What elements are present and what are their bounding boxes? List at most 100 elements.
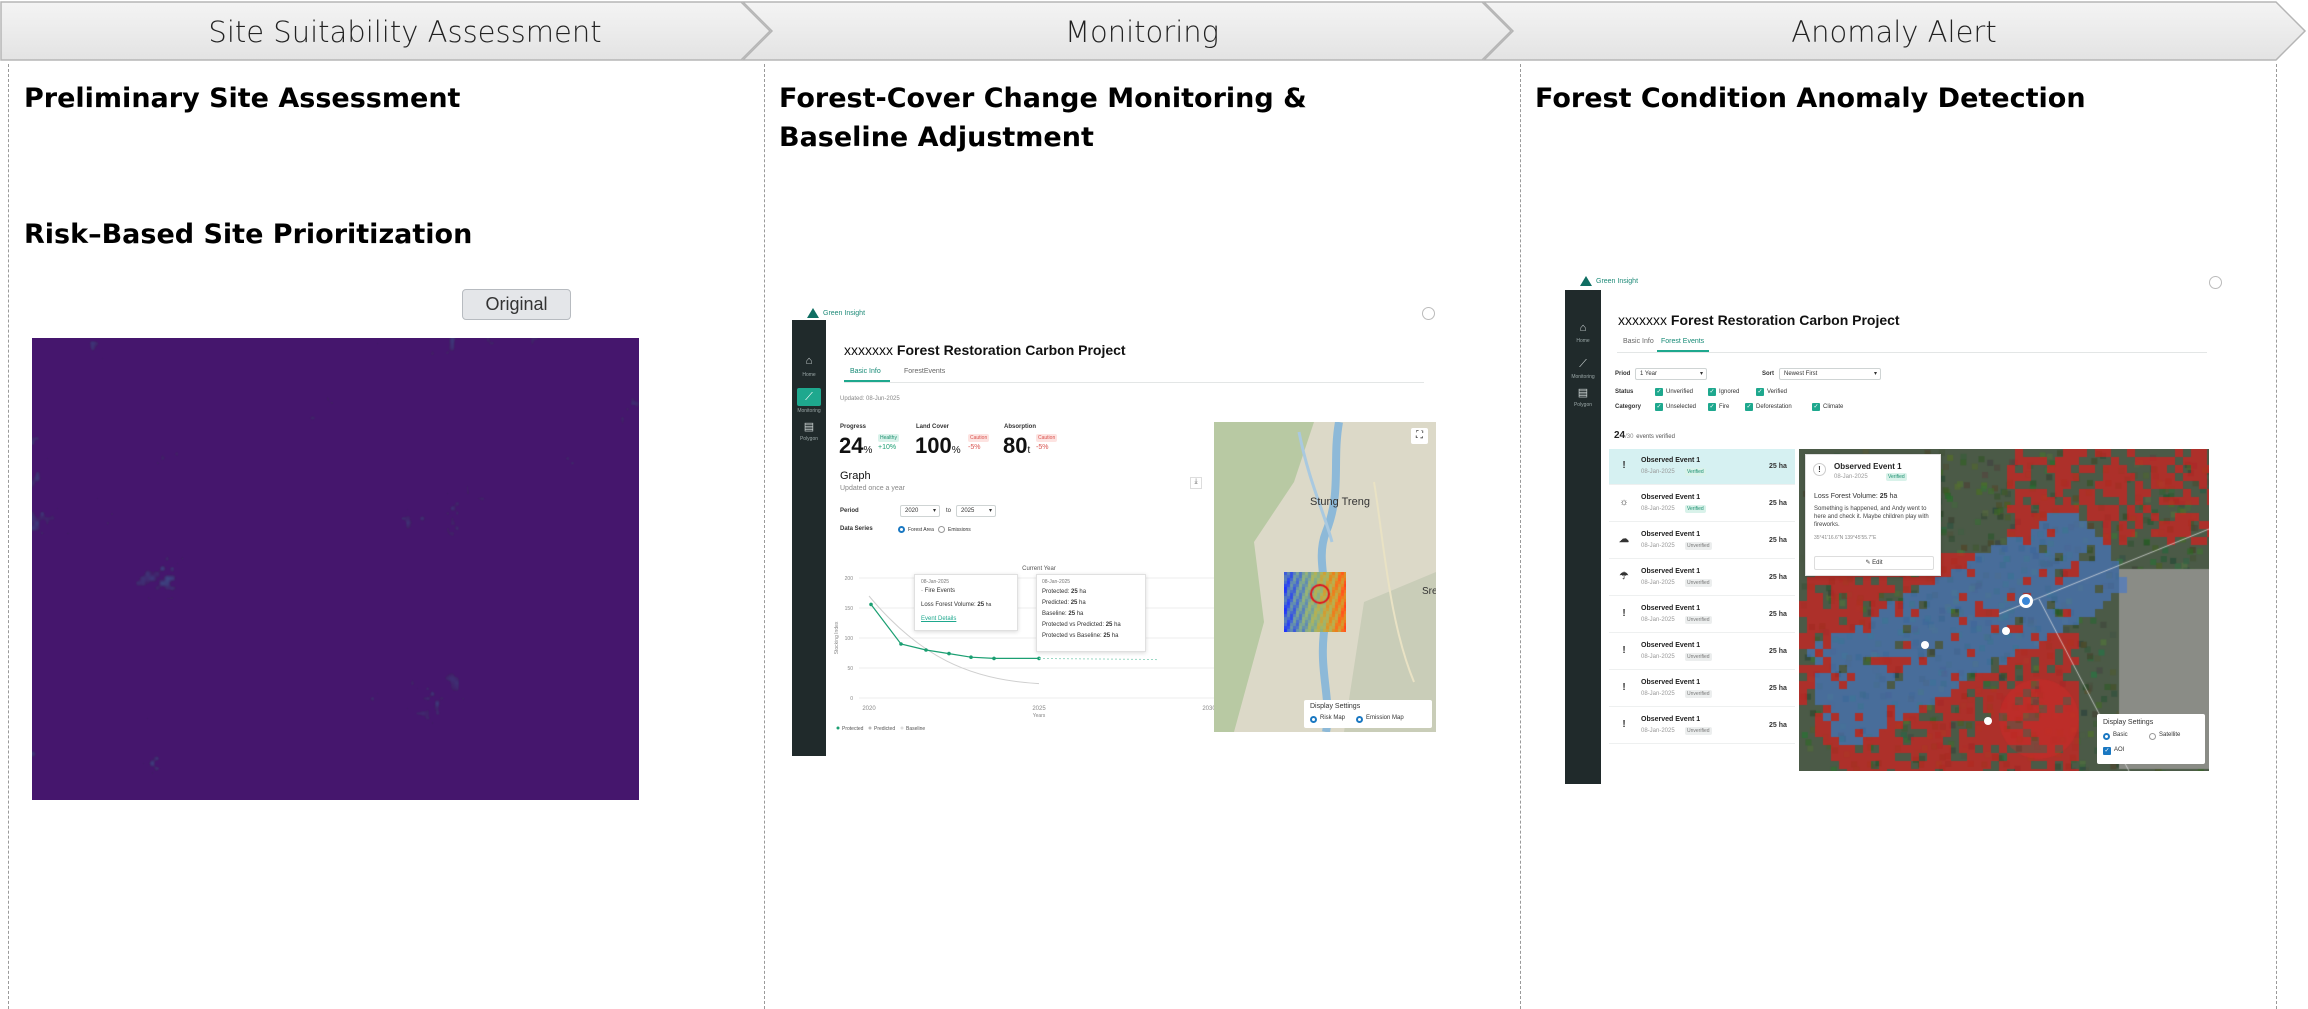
original-button[interactable]: Original <box>462 289 571 320</box>
period-select[interactable]: 1 Year <box>1635 368 1707 380</box>
tab-forest-events[interactable]: ForestEvents <box>904 368 945 375</box>
category-checkbox-unselected[interactable]: ✓ <box>1655 403 1663 411</box>
status-option-unverified[interactable]: Unverified <box>1666 389 1693 395</box>
sidebar-item-polygon[interactable]: Polygon <box>792 436 826 442</box>
category-option-deforestation[interactable]: Deforestation <box>1756 404 1792 410</box>
event-date: 08-Jan-2025 <box>1641 691 1675 697</box>
map-marker[interactable] <box>1984 717 1992 725</box>
stocking-line-chart: 2001501005002020 2025 2030YearsStocking In… <box>832 542 1232 752</box>
event-title: Observed Event 1 <box>1641 568 1700 575</box>
status-checkbox-unverified[interactable]: ✓ <box>1655 388 1663 396</box>
sort-select[interactable]: Newest First <box>1779 368 1881 380</box>
event-list-item[interactable]: ☂ Observed Event 1 08-Jan-2025 Unverifie… <box>1609 560 1795 596</box>
chart-icon[interactable]: ⟋ <box>1575 358 1591 372</box>
legend-label: Predicted <box>874 726 895 732</box>
category-option-unselected[interactable]: Unselected <box>1666 404 1696 410</box>
metric-value-land-cover: 100% <box>915 433 961 459</box>
map-option-risk[interactable]: Risk Map <box>1320 715 1345 721</box>
sidebar-item-home[interactable]: Home <box>792 372 826 378</box>
status-option-ignored[interactable]: Ignored <box>1719 389 1739 395</box>
series-radio-forest-area[interactable] <box>898 526 905 533</box>
tooltip-event-details-link[interactable]: Event Details <box>921 616 956 622</box>
home-icon[interactable]: ⌂ <box>1575 322 1591 336</box>
map-option-satellite[interactable]: Satellite <box>2159 732 2180 738</box>
tab-divider <box>1617 352 2207 353</box>
map-radio-risk[interactable] <box>1310 716 1317 723</box>
period-to-select[interactable]: 2025 <box>956 505 996 517</box>
step-label-monitoring: Monitoring <box>772 15 1512 49</box>
layers-icon[interactable]: ▤ <box>801 420 817 434</box>
chart-background <box>832 542 1232 752</box>
event-value: 25 ha <box>1769 574 1787 581</box>
map-radio-emission[interactable] <box>1356 716 1363 723</box>
tab-basic-info[interactable]: Basic Info <box>850 368 881 375</box>
event-list-item[interactable]: ☼ Observed Event 1 08-Jan-2025 Verified … <box>1609 486 1795 522</box>
event-value: 25 ha <box>1769 500 1787 507</box>
legend-marker <box>869 727 872 730</box>
risk-heatmap-canvas <box>32 338 639 800</box>
home-icon[interactable]: ⌂ <box>801 355 817 369</box>
map-marker[interactable] <box>2002 627 2010 635</box>
chart-tooltip-values: 08-Jan-2025 Protected: 25 ha Predicted: … <box>1036 574 1146 652</box>
map-option-basic[interactable]: Basic <box>2113 732 2128 738</box>
fullscreen-icon[interactable]: ⛶ <box>1411 428 1428 444</box>
tab-basic-info[interactable]: Basic Info <box>1623 338 1654 345</box>
status-option-verified[interactable]: Verified <box>1767 389 1787 395</box>
category-checkbox-fire[interactable]: ✓ <box>1708 403 1716 411</box>
series-option-emissions[interactable]: Emissions <box>948 527 971 533</box>
column-divider <box>8 64 9 1009</box>
category-label: Category <box>1615 404 1641 410</box>
period-label: Period <box>840 508 859 514</box>
map-option-emission[interactable]: Emission Map <box>1366 715 1404 721</box>
status-checkbox-verified[interactable]: ✓ <box>1756 388 1764 396</box>
popup-edit-button[interactable]: ✎ Edit <box>1814 556 1934 570</box>
sidebar-item-home[interactable]: Home <box>1565 338 1601 344</box>
map-checkbox-aoi[interactable]: ✓ <box>2103 747 2111 755</box>
tab-forest-events[interactable]: Forest Events <box>1661 338 1704 345</box>
event-list-item[interactable]: ! Observed Event 1 08-Jan-2025 Unverifie… <box>1609 671 1795 707</box>
download-icon[interactable]: ⤓ <box>1190 477 1202 489</box>
tooltip-event-date: 08-Jan-2025 <box>921 579 949 585</box>
sidebar-item-monitoring[interactable]: Monitoring <box>1565 374 1601 380</box>
user-avatar-icon[interactable] <box>1422 307 1435 320</box>
layers-icon[interactable]: ▤ <box>1575 386 1591 400</box>
brand-name: Green Insight <box>1596 278 1638 285</box>
period-from-select[interactable]: 2020 <box>900 505 940 517</box>
map-location-pin-icon[interactable] <box>2019 594 2033 608</box>
alert-icon: ! <box>1619 682 1629 693</box>
series-option-forest-area[interactable]: Forest Area <box>908 527 934 533</box>
event-list-item[interactable]: ! Observed Event 1 08-Jan-2025 Unverifie… <box>1609 634 1795 670</box>
map-radio-satellite[interactable] <box>2149 733 2156 740</box>
user-avatar-icon[interactable] <box>2209 276 2222 289</box>
chart-icon[interactable]: ⟋ <box>797 388 821 406</box>
series-radio-emissions[interactable] <box>938 526 945 533</box>
category-checkbox-deforestation[interactable]: ✓ <box>1745 403 1753 411</box>
event-list-item[interactable]: ! Observed Event 1 08-Jan-2025 Unverifie… <box>1609 708 1795 744</box>
edit-icon: ✎ <box>1865 560 1870 566</box>
protected-series-point <box>969 655 973 659</box>
risk-map[interactable]: Stung Treng Sre ⛶ Display Settings Risk … <box>1214 422 1436 732</box>
alert-icon: ! <box>1619 460 1629 471</box>
event-status-badge: Unverified <box>1685 690 1712 698</box>
y-axis-label: Stocking Index <box>834 621 840 654</box>
map-marker[interactable] <box>1921 641 1929 649</box>
map-radio-basic[interactable] <box>2103 733 2110 740</box>
alert-icon: ! <box>1619 645 1629 656</box>
tooltip-event-name: · Fire Events <box>921 588 955 594</box>
category-checkbox-climate[interactable]: ✓ <box>1812 403 1820 411</box>
category-option-fire[interactable]: Fire <box>1719 404 1729 410</box>
status-checkbox-ignored[interactable]: ✓ <box>1708 388 1716 396</box>
event-list-item[interactable]: ! Observed Event 1 08-Jan-2025 Verified … <box>1609 449 1795 485</box>
event-list-item[interactable]: ☁ Observed Event 1 08-Jan-2025 Unverifie… <box>1609 523 1795 559</box>
sidebar-item-polygon[interactable]: Polygon <box>1565 402 1601 408</box>
event-list-item[interactable]: ! Observed Event 1 08-Jan-2025 Unverifie… <box>1609 597 1795 633</box>
category-option-climate[interactable]: Climate <box>1823 404 1843 410</box>
fire-icon: · <box>921 588 923 594</box>
sidebar-item-monitoring[interactable]: Monitoring <box>792 408 826 414</box>
map-option-aoi[interactable]: AOI <box>2114 747 2124 753</box>
cloud-icon: ☁ <box>1619 534 1629 545</box>
protected-series-point <box>899 642 903 646</box>
protected-series-point <box>924 648 928 652</box>
metric-badge-land-cover: Caution <box>968 434 989 442</box>
display-settings-title: Display Settings <box>1310 703 1360 710</box>
